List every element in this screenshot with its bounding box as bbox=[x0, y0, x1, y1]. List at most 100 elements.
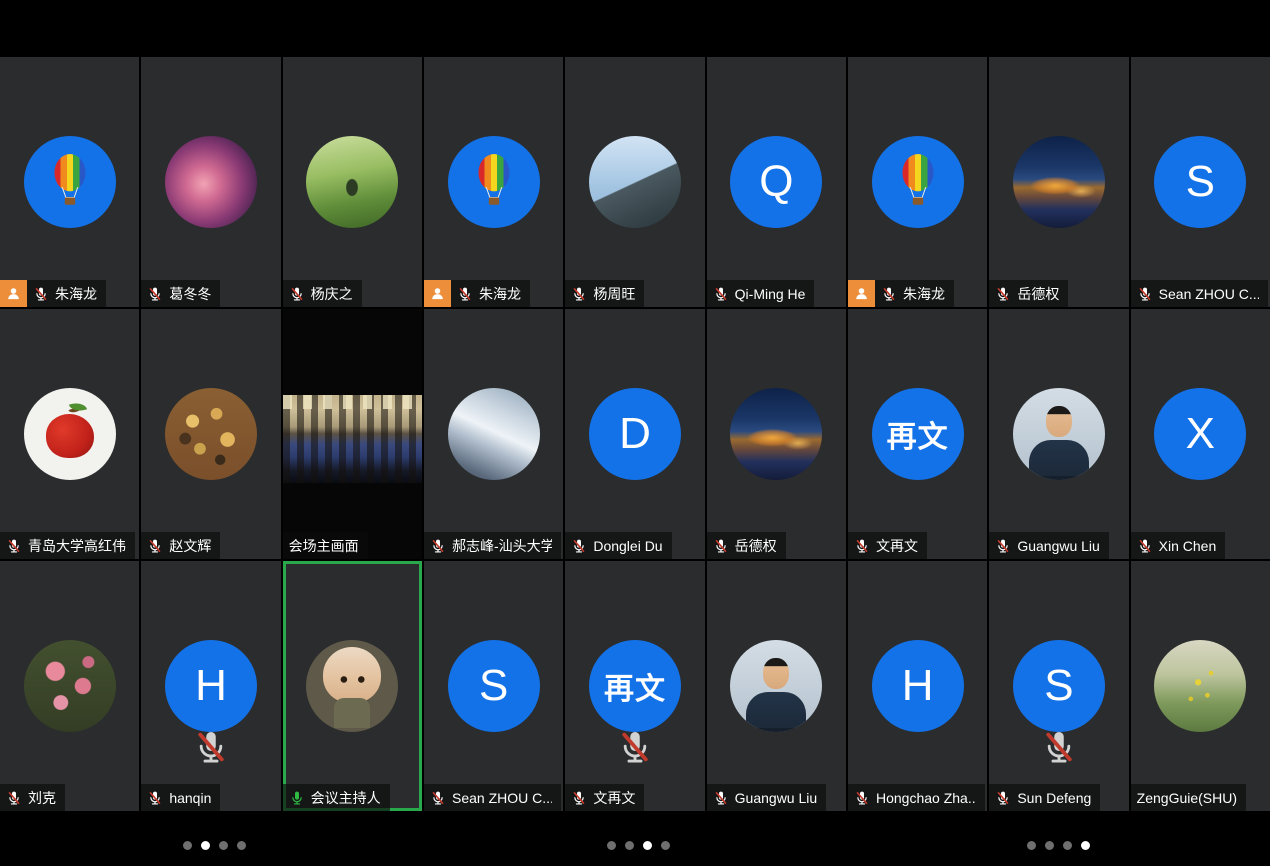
avatar bbox=[24, 388, 116, 480]
mic-icon bbox=[1137, 286, 1153, 302]
participant-tile[interactable]: ZengGuie(SHU) bbox=[1131, 561, 1270, 811]
mic-status-icon bbox=[881, 286, 897, 302]
mic-icon bbox=[713, 538, 729, 554]
participant-tile[interactable]: S Sean ZHOU C... bbox=[1131, 57, 1270, 307]
mic-icon bbox=[430, 790, 446, 806]
participant-tile[interactable]: 岳德权 bbox=[707, 309, 846, 559]
mic-icon bbox=[289, 286, 305, 302]
participant-tile[interactable]: 刘克 bbox=[0, 561, 139, 811]
avatar: S bbox=[448, 640, 540, 732]
mic-icon bbox=[995, 286, 1011, 302]
mic-icon bbox=[571, 286, 587, 302]
muted-mic-center-icon bbox=[1040, 728, 1078, 766]
participant-name: 刘克 bbox=[28, 788, 56, 808]
pagination-dot[interactable] bbox=[201, 841, 210, 850]
pagination-dot[interactable] bbox=[219, 841, 228, 850]
mic-icon bbox=[1137, 538, 1153, 554]
avatar bbox=[730, 388, 822, 480]
name-label: hanqin bbox=[141, 784, 220, 811]
mic-icon bbox=[289, 790, 305, 806]
name-label: 赵文辉 bbox=[141, 532, 220, 559]
name-label: 杨庆之 bbox=[283, 280, 362, 307]
pagination-dot[interactable] bbox=[1027, 841, 1036, 850]
avatar: 再文 bbox=[589, 640, 681, 732]
pagination-dot[interactable] bbox=[237, 841, 246, 850]
avatar bbox=[165, 388, 257, 480]
avatar bbox=[306, 136, 398, 228]
mic-status-icon bbox=[147, 538, 163, 554]
avatar: H bbox=[872, 640, 964, 732]
participant-tile[interactable]: D Donglei Du bbox=[565, 309, 704, 559]
mic-icon bbox=[430, 538, 446, 554]
participant-name: 杨周旺 bbox=[593, 284, 635, 304]
participant-tile[interactable]: 岳德权 bbox=[989, 57, 1128, 307]
participant-tile[interactable]: Guangwu Liu bbox=[989, 309, 1128, 559]
participant-tile[interactable]: 赵文辉 bbox=[141, 309, 280, 559]
pagination-dot[interactable] bbox=[661, 841, 670, 850]
mic-icon bbox=[571, 790, 587, 806]
host-badge-icon bbox=[848, 280, 875, 307]
name-label: 岳德权 bbox=[989, 280, 1068, 307]
mic-status-icon bbox=[571, 538, 587, 554]
participant-tile[interactable]: 再文 文再文 bbox=[565, 561, 704, 811]
participant-tile[interactable]: X Xin Chen bbox=[1131, 309, 1270, 559]
mic-icon bbox=[147, 286, 163, 302]
participant-tile[interactable]: 再文 文再文 bbox=[848, 309, 987, 559]
pagination-dot[interactable] bbox=[1045, 841, 1054, 850]
participant-name: 朱海龙 bbox=[55, 284, 97, 304]
participant-tile[interactable]: 朱海龙 bbox=[424, 57, 563, 307]
mic-icon bbox=[713, 286, 729, 302]
participant-tile[interactable]: Q Qi-Ming He bbox=[707, 57, 846, 307]
participant-tile[interactable]: S Sean ZHOU C... bbox=[424, 561, 563, 811]
name-label: 朱海龙 bbox=[27, 280, 106, 307]
name-label: 朱海龙 bbox=[875, 280, 954, 307]
avatar: 再文 bbox=[872, 388, 964, 480]
participant-tile[interactable]: 郝志峰-汕头大学 bbox=[424, 309, 563, 559]
mic-status-icon bbox=[571, 286, 587, 302]
participant-name: 杨庆之 bbox=[311, 284, 353, 304]
pagination-dot[interactable] bbox=[625, 841, 634, 850]
hot-air-balloon-icon bbox=[49, 153, 91, 211]
participant-tile[interactable]: 会场主画面 bbox=[283, 309, 422, 559]
pagination-dot[interactable] bbox=[1081, 841, 1090, 850]
name-label: 青岛大学高红伟 bbox=[0, 532, 135, 559]
name-label: 会议主持人 bbox=[283, 784, 390, 811]
participant-tile[interactable]: H hanqin bbox=[141, 561, 280, 811]
participant-tile[interactable]: 会议主持人 bbox=[283, 561, 422, 811]
participant-name: ZengGuie(SHU) bbox=[1137, 790, 1237, 806]
hot-air-balloon-icon bbox=[897, 153, 939, 211]
participant-name: Qi-Ming He bbox=[735, 286, 806, 302]
name-label: 岳德权 bbox=[707, 532, 786, 559]
mic-icon bbox=[713, 790, 729, 806]
mic-status-icon bbox=[713, 286, 729, 302]
participant-name: hanqin bbox=[169, 790, 211, 806]
participant-name: 会议主持人 bbox=[311, 788, 381, 808]
name-label: Qi-Ming He bbox=[707, 280, 815, 307]
participant-tile[interactable]: 杨庆之 bbox=[283, 57, 422, 307]
participant-tile[interactable]: 杨周旺 bbox=[565, 57, 704, 307]
participant-tile[interactable]: 朱海龙 bbox=[848, 57, 987, 307]
avatar: S bbox=[1013, 640, 1105, 732]
mic-icon bbox=[571, 538, 587, 554]
participant-tile[interactable]: H Hongchao Zha... bbox=[848, 561, 987, 811]
pagination-dot[interactable] bbox=[183, 841, 192, 850]
mic-icon bbox=[6, 790, 22, 806]
avatar bbox=[165, 136, 257, 228]
participant-name: 朱海龙 bbox=[479, 284, 521, 304]
pagination-dot[interactable] bbox=[1063, 841, 1072, 850]
name-label: Hongchao Zha... bbox=[848, 784, 985, 811]
participant-name: Xin Chen bbox=[1159, 538, 1217, 554]
mic-status-icon bbox=[571, 790, 587, 806]
mic-status-icon bbox=[995, 286, 1011, 302]
avatar bbox=[306, 640, 398, 732]
name-label: Guangwu Liu bbox=[707, 784, 827, 811]
mic-status-icon bbox=[1137, 286, 1153, 302]
participant-tile[interactable]: 葛冬冬 bbox=[141, 57, 280, 307]
participant-tile[interactable]: S Sun Defeng bbox=[989, 561, 1128, 811]
participant-name: 会场主画面 bbox=[289, 536, 359, 556]
participant-tile[interactable]: 青岛大学高红伟 bbox=[0, 309, 139, 559]
pagination-dot[interactable] bbox=[643, 841, 652, 850]
participant-tile[interactable]: 朱海龙 bbox=[0, 57, 139, 307]
participant-tile[interactable]: Guangwu Liu bbox=[707, 561, 846, 811]
pagination-dot[interactable] bbox=[607, 841, 616, 850]
